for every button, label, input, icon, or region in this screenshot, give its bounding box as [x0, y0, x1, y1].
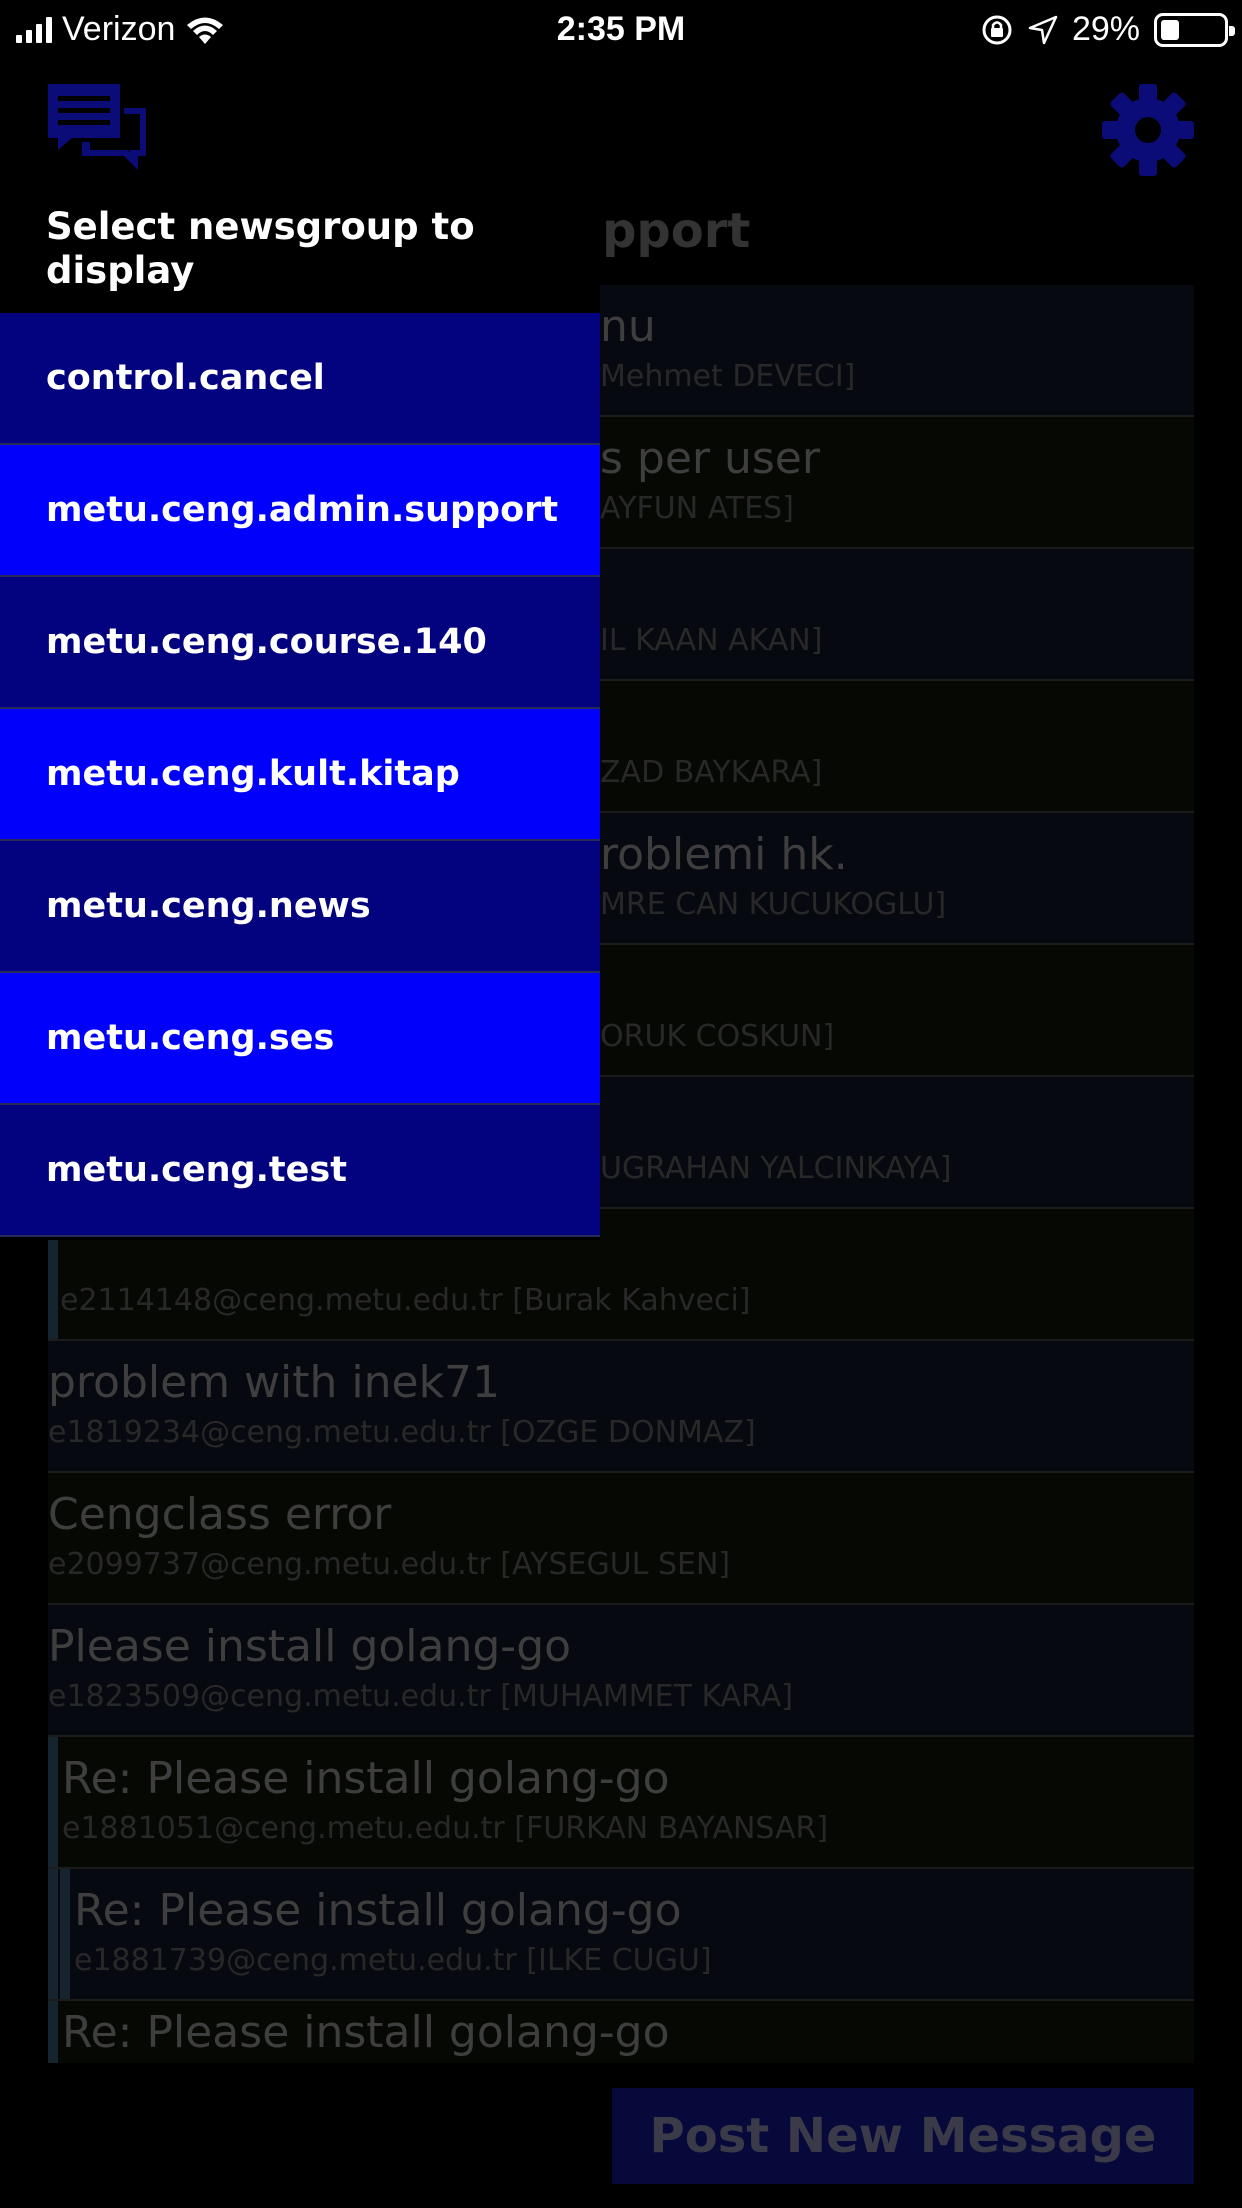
post-new-message-button[interactable]: Post New Message	[612, 2088, 1194, 2184]
battery-percent: 29%	[1071, 10, 1140, 48]
newsgroup-item[interactable]: metu.ceng.ses	[0, 973, 600, 1105]
message-author: ORUK COSKUN]	[600, 1019, 835, 1054]
status-right: 29%	[980, 10, 1235, 49]
newsgroup-item[interactable]: metu.ceng.news	[0, 841, 600, 973]
battery-icon	[1154, 12, 1235, 47]
location-arrow-icon	[1028, 15, 1058, 44]
message-author: e2114148@ceng.metu.edu.tr [Burak Kahveci…	[60, 1283, 751, 1318]
message-subject: s per user	[600, 433, 820, 484]
message-item[interactable]: Re: Please install golang-go e1881051@ce…	[48, 1737, 1194, 1869]
drawer-title: Select newsgroup to display	[46, 205, 475, 292]
chat-bubbles-icon[interactable]	[46, 80, 148, 180]
message-subject: Please install golang-go	[48, 1621, 572, 1672]
message-author: UGRAHAN YALCINKAYA]	[600, 1151, 952, 1186]
message-subject: problem with inek71	[48, 1357, 501, 1408]
rotation-lock-icon	[982, 15, 1012, 44]
newsgroup-item[interactable]: metu.ceng.course.140	[0, 577, 600, 709]
thread-indent-bar	[48, 1737, 58, 1867]
message-author: e1823509@ceng.metu.edu.tr [MUHAMMET KARA…	[48, 1679, 794, 1714]
message-author: e2099737@ceng.metu.edu.tr [AYSEGUL SEN]	[48, 1547, 731, 1582]
message-subject: roblemi hk.	[600, 829, 848, 880]
message-subject: Re: Please install golang-go	[62, 1753, 670, 1804]
gear-icon[interactable]	[1098, 80, 1198, 180]
message-author: ZAD BAYKARA]	[600, 755, 823, 790]
newsgroup-item[interactable]: control.cancel	[0, 313, 600, 445]
thread-indent-bar	[48, 1869, 58, 1999]
message-subject: nu	[600, 301, 656, 352]
message-author: AYFUN ATES]	[600, 491, 794, 526]
message-author: Mehmet DEVECI]	[600, 359, 856, 394]
message-subject: Re: Please install golang-go	[74, 1885, 682, 1936]
thread-indent-bar	[60, 1869, 70, 1999]
message-subject: Re: Please install golang-go	[62, 2007, 670, 2058]
message-item[interactable]: Re: Please install golang-go e1881739@ce…	[48, 1869, 1194, 2001]
message-author: e1819234@ceng.metu.edu.tr [OZGE DONMAZ]	[48, 1415, 756, 1450]
message-item[interactable]: problem with inek71 e1819234@ceng.metu.e…	[48, 1341, 1194, 1473]
message-author: IL KAAN AKAN]	[600, 623, 823, 658]
newsgroup-item[interactable]: metu.ceng.test	[0, 1105, 600, 1237]
newsgroup-item[interactable]: metu.ceng.kult.kitap	[0, 709, 600, 841]
thread-indent-bar	[48, 2001, 58, 2063]
message-author: MRE CAN KUCUKOGLU]	[600, 887, 947, 922]
message-author: e1881739@ceng.metu.edu.tr [ILKE CUGU]	[74, 1943, 712, 1978]
newsgroup-item[interactable]: metu.ceng.admin.support	[0, 445, 600, 577]
message-subject: Cengclass error	[48, 1489, 392, 1540]
newsgroup-drawer: Select newsgroup to display control.canc…	[0, 0, 600, 1240]
message-item[interactable]: Re: Please install golang-go	[48, 2001, 1194, 2063]
message-item[interactable]: Cengclass error e2099737@ceng.metu.edu.t…	[48, 1473, 1194, 1605]
newsgroup-list: control.cancel metu.ceng.admin.support m…	[0, 313, 600, 1237]
message-author: e1881051@ceng.metu.edu.tr [FURKAN BAYANS…	[62, 1811, 829, 1846]
message-item[interactable]: Please install golang-go e1823509@ceng.m…	[48, 1605, 1194, 1737]
status-bar: Verizon 2:35 PM 29%	[0, 0, 1242, 62]
